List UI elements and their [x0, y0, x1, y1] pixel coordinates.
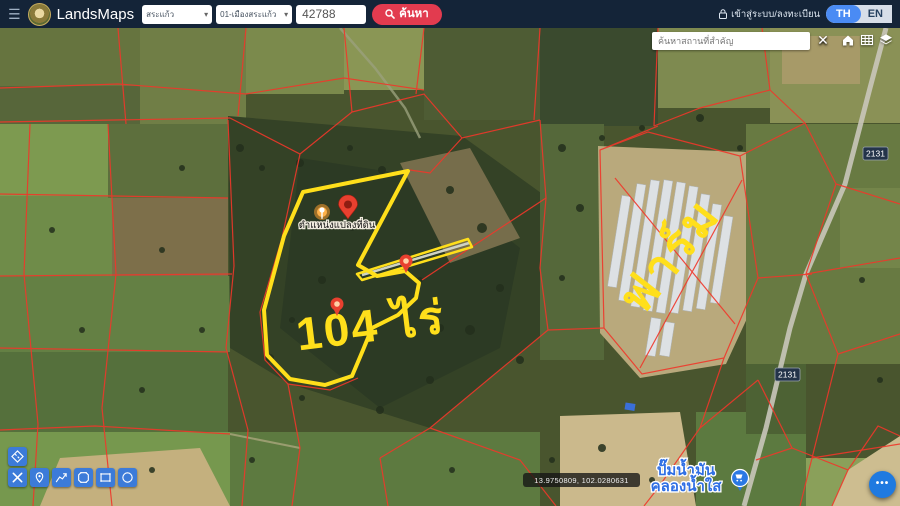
- measure-button[interactable]: [8, 447, 27, 466]
- landsmaps-app: ☰ LandsMaps สระแก้ว ▾ 01-เมืองสระแก้ว ▾ …: [0, 0, 900, 506]
- navbar-right: เข้าสู่ระบบ/ลงทะเบียน TH EN: [719, 5, 892, 23]
- lock-icon: [719, 9, 727, 19]
- more-options-fab[interactable]: •••: [869, 471, 896, 498]
- poi-label-line1: ปั๊มน้ำมัน: [657, 458, 716, 479]
- search-button[interactable]: ค้นหา: [372, 4, 442, 25]
- layers-icon[interactable]: [877, 31, 895, 49]
- lang-en-button[interactable]: EN: [861, 5, 892, 23]
- pin-icon: [33, 471, 46, 484]
- district-select[interactable]: 01-เมืองสระแก้ว ▾: [216, 5, 292, 24]
- draw-circle-button[interactable]: [118, 468, 137, 487]
- parcel-number-input[interactable]: [296, 5, 366, 24]
- poi-label-line2: คลองน้ำใส: [651, 474, 723, 495]
- login-register-label: เข้าสู่ระบบ/ลงทะเบียน: [731, 7, 820, 22]
- dots-icon: •••: [876, 478, 890, 489]
- close-icon[interactable]: ✕: [814, 31, 832, 49]
- parcel-marker-label: ตำแหน่งแปลงที่ดิน: [299, 218, 376, 231]
- circle-icon: [121, 471, 134, 484]
- draw-rectangle-button[interactable]: [96, 468, 115, 487]
- chevron-down-icon: ▾: [204, 10, 208, 19]
- login-register-link[interactable]: เข้าสู่ระบบ/ลงทะเบียน: [719, 7, 820, 22]
- road-badge: 2131: [863, 147, 888, 160]
- road-badge: 2131: [775, 368, 800, 381]
- polyline-arrow-icon: [55, 471, 68, 484]
- hamburger-menu-icon[interactable]: ☰: [8, 7, 21, 21]
- province-select[interactable]: สระแก้ว ▾: [142, 5, 212, 24]
- district-select-value: 01-เมืองสระแก้ว: [220, 8, 276, 21]
- map-viewport[interactable]: 104 ไร่ ฟาร์ม: [0, 28, 900, 506]
- ruler-diamond-icon: [11, 450, 24, 463]
- map-search-input[interactable]: [652, 32, 810, 50]
- rectangle-icon: [99, 471, 112, 484]
- map-search-bar: [652, 31, 810, 49]
- satellite-imagery: 104 ไร่ ฟาร์ม: [0, 28, 900, 506]
- province-select-value: สระแก้ว: [146, 8, 174, 21]
- lang-th-button[interactable]: TH: [826, 5, 861, 23]
- draw-polygon-button[interactable]: [74, 468, 93, 487]
- chevron-down-icon: ▾: [284, 10, 288, 19]
- svg-text:2131: 2131: [778, 370, 797, 380]
- landsmaps-logo: [28, 3, 51, 26]
- drop-pin-button[interactable]: [30, 468, 49, 487]
- search-icon: [385, 9, 395, 19]
- cursor-coordinates: 13.9750809, 102.0280631: [523, 473, 640, 487]
- search-button-label: ค้นหา: [399, 5, 429, 23]
- parcel-location-marker[interactable]: [314, 204, 330, 220]
- measure-distance-button[interactable]: [52, 468, 71, 487]
- clear-drawings-button[interactable]: [8, 468, 27, 487]
- language-toggle: TH EN: [826, 5, 892, 23]
- svg-text:2131: 2131: [866, 149, 885, 159]
- polygon-icon: [77, 471, 90, 484]
- app-title: LandsMaps: [57, 6, 135, 23]
- home-icon[interactable]: [839, 31, 857, 49]
- grid-icon[interactable]: [858, 31, 876, 49]
- top-navbar: ☰ LandsMaps สระแก้ว ▾ 01-เมืองสระแก้ว ▾ …: [0, 0, 900, 28]
- cross-icon: [11, 471, 24, 484]
